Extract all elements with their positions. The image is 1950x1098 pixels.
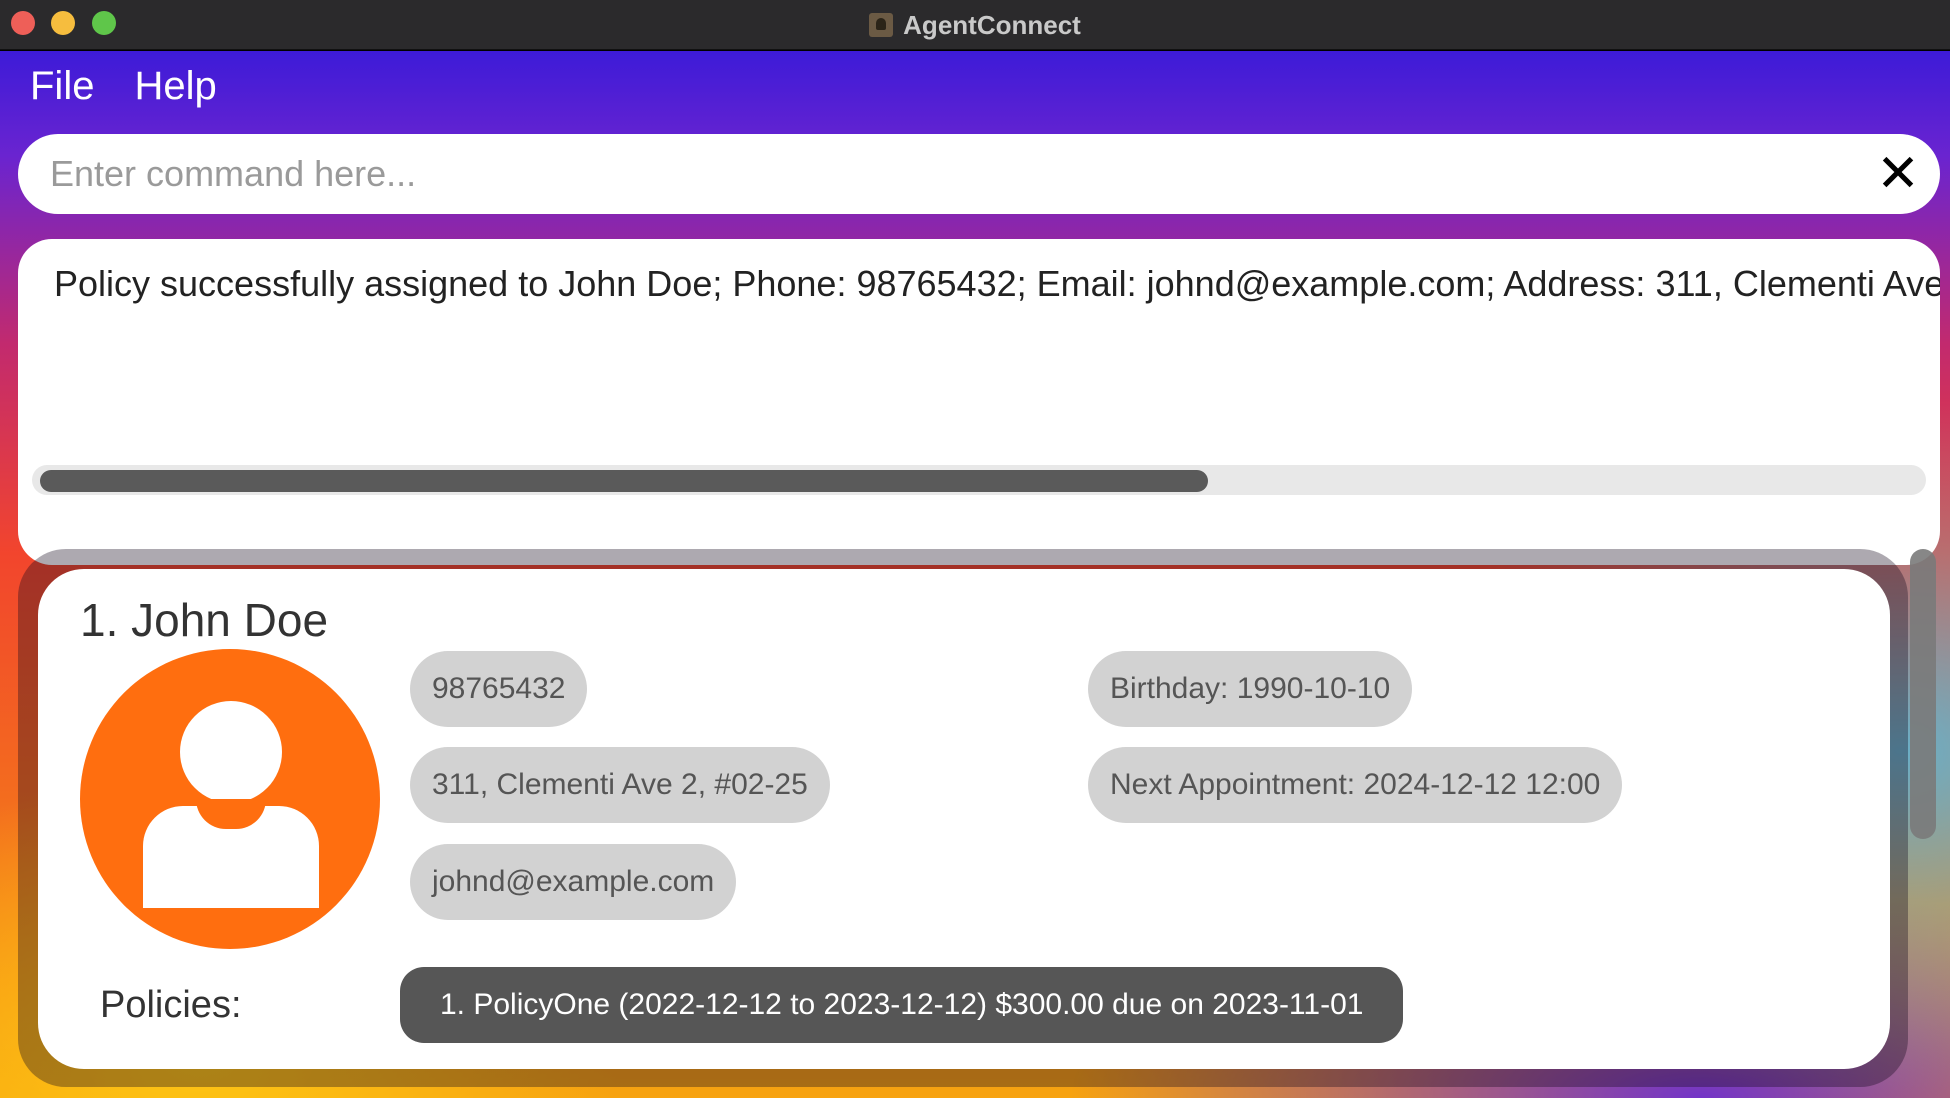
menu-file[interactable]: File bbox=[30, 64, 94, 109]
person-card[interactable]: 1. John Doe 98765432 311, Clementi Ave 2… bbox=[38, 569, 1890, 1069]
address-tag: 311, Clementi Ave 2, #02-25 bbox=[410, 747, 830, 823]
email-tag: johnd@example.com bbox=[410, 844, 737, 920]
person-icon bbox=[80, 649, 380, 949]
clear-command-button[interactable]: ✕ bbox=[1874, 145, 1922, 203]
app-icon bbox=[869, 13, 894, 37]
window-title: AgentConnect bbox=[903, 9, 1081, 40]
menu-help[interactable]: Help bbox=[134, 64, 216, 109]
main-content: File Help ✕ Policy successfully assigned… bbox=[0, 51, 1950, 1098]
phone-tag: 98765432 bbox=[410, 651, 588, 727]
horizontal-scrollbar[interactable] bbox=[32, 465, 1926, 495]
close-icon: ✕ bbox=[1876, 145, 1920, 203]
birthday-tag: Birthday: 1990-10-10 bbox=[1088, 651, 1413, 727]
person-name: 1. John Doe bbox=[80, 594, 329, 646]
title-wrap: AgentConnect bbox=[0, 0, 1950, 50]
result-display: Policy successfully assigned to John Doe… bbox=[18, 239, 1940, 565]
title-bar: AgentConnect bbox=[0, 0, 1950, 50]
policies-label: Policies: bbox=[100, 984, 242, 1026]
horizontal-scrollbar-thumb[interactable] bbox=[40, 470, 1208, 492]
menu-bar: File Help bbox=[0, 51, 1950, 121]
app-window: AgentConnect File Help ✕ Policy successf… bbox=[0, 0, 1950, 1098]
appointment-tag: Next Appointment: 2024-12-12 12:00 bbox=[1088, 747, 1623, 823]
command-box: ✕ bbox=[18, 134, 1940, 214]
vertical-scrollbar-thumb[interactable] bbox=[1910, 549, 1936, 839]
policy-tag: 1. PolicyOne (2022-12-12 to 2023-12-12) … bbox=[400, 967, 1404, 1043]
avatar-head bbox=[180, 701, 282, 803]
command-input[interactable] bbox=[50, 134, 1850, 214]
result-text: Policy successfully assigned to John Doe… bbox=[54, 263, 1940, 304]
